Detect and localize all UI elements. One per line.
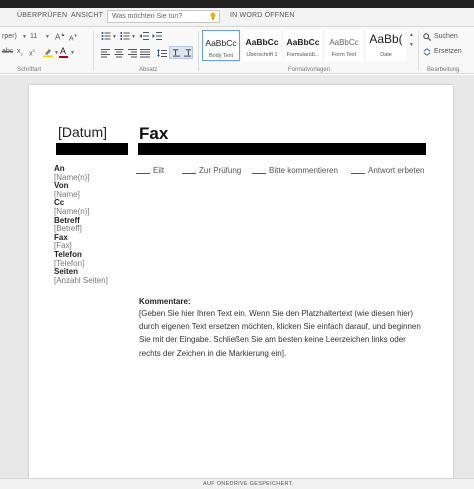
tab-view[interactable]: ANSICHT — [71, 12, 103, 19]
checkbox-label: Zur Prüfung — [199, 166, 242, 175]
vertical-scrollbar[interactable] — [453, 75, 474, 478]
numbered-list-icon[interactable] — [120, 31, 130, 41]
checkbox-blank — [252, 173, 266, 174]
checkbox-blank — [136, 173, 150, 174]
decrease-indent-icon[interactable] — [139, 31, 149, 41]
style-name: Date — [380, 52, 392, 58]
font-color-icon[interactable]: A — [60, 46, 66, 56]
checkbox-reply[interactable]: Antwort erbeten — [351, 166, 424, 175]
justify-icon[interactable] — [140, 48, 150, 58]
style-form-text[interactable]: AaBbCc Form Text — [325, 30, 363, 61]
divider — [93, 31, 94, 71]
checkbox-label: Antwort erbeten — [368, 166, 425, 175]
style-sample: AaBbCc — [286, 37, 320, 47]
bullet-list-icon[interactable] — [101, 31, 111, 41]
replace-icon — [423, 48, 431, 56]
search-label: Suchen — [434, 33, 458, 40]
tab-review[interactable]: ÜBERPRÜFEN — [17, 12, 67, 19]
status-bar: AUF ONEDRIVE GESPEICHERT. — [0, 478, 474, 489]
divider — [198, 31, 199, 71]
checkbox-label: Bitte kommentieren — [269, 166, 338, 175]
highlight-color-swatch — [43, 55, 53, 57]
chevron-up-icon[interactable]: ▲ — [409, 32, 414, 38]
align-center-icon[interactable] — [114, 48, 124, 58]
highlight-icon[interactable] — [43, 47, 53, 57]
style-sample: AaBb( — [369, 32, 403, 46]
rtl-icon — [183, 49, 192, 57]
chevron-down-icon[interactable]: ▼ — [45, 34, 50, 40]
subscript-button[interactable]: x2 — [17, 48, 23, 56]
comments-body[interactable]: [Geben Sie hier Ihren Text ein. Wenn Sie… — [139, 309, 421, 358]
style-sample: AaBbCc — [245, 37, 279, 47]
group-label-paragraph: Absatz — [139, 67, 158, 73]
superscript-button[interactable]: x2 — [29, 48, 35, 57]
checkbox-urgent[interactable]: Eilt — [136, 166, 164, 175]
chevron-down-icon[interactable]: ▼ — [22, 34, 27, 40]
title-bar — [138, 143, 426, 155]
styles-gallery-scroll[interactable]: ▲ ▼ — [408, 30, 415, 61]
fax-title[interactable]: Fax — [139, 124, 168, 144]
group-label-styles: Formatvorlagen — [288, 67, 331, 73]
style-name: Formularüb... — [286, 52, 320, 58]
group-label-editing: Bearbeitung — [427, 67, 460, 73]
ltr-icon — [172, 49, 181, 57]
style-form-heading[interactable]: AaBbCc Formularüb... — [284, 30, 322, 61]
style-name: Form Text — [331, 52, 357, 58]
chevron-down-icon[interactable]: ▼ — [131, 34, 136, 40]
replace-label: Ersetzen — [434, 48, 462, 55]
replace-button[interactable]: Ersetzen — [422, 47, 474, 58]
field-value[interactable]: [Anzahl Seiten] — [54, 276, 108, 286]
align-left-icon[interactable] — [101, 48, 111, 58]
divider — [418, 31, 419, 71]
font-name-select[interactable]: rper) — [2, 33, 17, 40]
search-icon — [423, 33, 431, 41]
style-name: Überschrift 1 — [246, 52, 278, 58]
checkbox-comment[interactable]: Bitte kommentieren — [252, 166, 338, 175]
style-body-text[interactable]: AaBbCc Body Text — [202, 30, 240, 61]
comments-title: Kommentare: — [139, 297, 191, 306]
date-bar — [56, 143, 128, 155]
checkbox-label: Eilt — [153, 166, 165, 175]
style-name: Body Text — [208, 53, 234, 59]
style-heading-1[interactable]: AaBbCc Überschrift 1 — [243, 30, 281, 61]
checkbox-review[interactable]: Zur Prüfung — [182, 166, 241, 175]
strikethrough-button[interactable]: abc — [2, 48, 13, 55]
search-button[interactable]: Suchen — [422, 32, 472, 43]
lightbulb-icon — [210, 12, 216, 20]
date-placeholder[interactable]: [Datum] — [58, 124, 107, 140]
fax-fields: An [Name(n)] Von [Name] Cc [Name(n)] Bet… — [54, 164, 108, 286]
style-date[interactable]: AaBb( Date — [366, 30, 406, 61]
checkbox-blank — [351, 173, 365, 174]
font-color-swatch — [59, 56, 68, 58]
chevron-down-icon[interactable]: ▼ — [70, 50, 75, 56]
line-spacing-icon[interactable] — [157, 48, 167, 58]
ribbon: rper) ▼ 11 ▼ A▲ A▼ abc x2 x2 ▼ A ▼ Schri… — [0, 27, 474, 74]
chevron-down-icon[interactable]: ▼ — [112, 34, 117, 40]
tell-me-placeholder: Was möchten Sie tun? — [112, 13, 183, 20]
ribbon-tabs: ÜBERPRÜFEN ANSICHT Was möchten Sie tun? … — [0, 8, 474, 27]
increase-indent-icon[interactable] — [152, 31, 162, 41]
comments-section[interactable]: Kommentare: [Geben Sie hier Ihren Text e… — [139, 296, 425, 360]
group-label-font: Schriftart — [17, 67, 42, 73]
style-sample: AaBbCc — [329, 38, 359, 47]
font-size-select[interactable]: 11 — [30, 33, 37, 40]
style-sample: AaBbCc — [205, 38, 237, 48]
save-status: AUF ONEDRIVE GESPEICHERT. — [203, 481, 294, 487]
grow-font-icon[interactable]: A▲ — [55, 32, 65, 42]
open-in-word-button[interactable]: IN WORD ÖFFNEN — [230, 12, 295, 19]
align-right-icon[interactable] — [127, 48, 137, 58]
chevron-down-icon[interactable]: ▼ — [409, 42, 414, 48]
tell-me-search-input[interactable]: Was möchten Sie tun? — [107, 10, 220, 23]
text-direction-toggle[interactable] — [169, 46, 193, 59]
window-top-bar — [0, 0, 474, 8]
checkbox-blank — [182, 173, 196, 174]
shrink-font-icon[interactable]: A▼ — [69, 33, 78, 42]
